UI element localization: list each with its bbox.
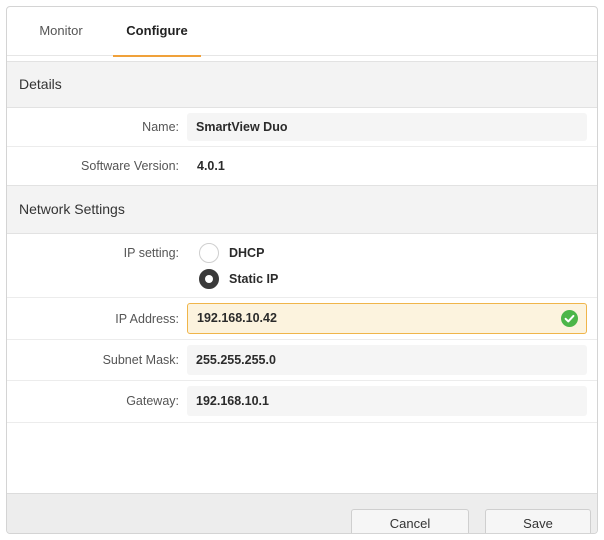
ip-address-input[interactable]: 192.168.10.42 <box>187 303 587 334</box>
subnet-mask-row: Subnet Mask: 255.255.255.0 <box>7 340 597 380</box>
name-row: Name: SmartView Duo <box>7 108 597 146</box>
software-version-value: 4.0.1 <box>197 159 225 173</box>
name-label: Name: <box>142 120 179 134</box>
static-ip-radio-label: Static IP <box>229 272 279 286</box>
settings-window: Monitor Configure Details Name: SmartVie… <box>6 6 598 534</box>
gateway-label: Gateway: <box>126 394 179 408</box>
ip-address-value: 192.168.10.42 <box>197 311 277 325</box>
save-button[interactable]: Save <box>485 509 591 533</box>
details-section-header: Details <box>7 61 597 108</box>
tab-monitor[interactable]: Monitor <box>25 7 97 56</box>
subnet-mask-label: Subnet Mask: <box>102 353 179 367</box>
row-divider <box>7 297 597 298</box>
ip-setting-row: IP setting: DHCP Static IP <box>7 235 597 297</box>
ip-address-label: IP Address: <box>115 312 179 326</box>
network-settings-section-header: Network Settings <box>7 185 597 234</box>
tab-bar: Monitor Configure <box>7 7 597 57</box>
gateway-input[interactable]: 192.168.10.1 <box>187 386 587 416</box>
name-field[interactable]: SmartView Duo <box>187 113 587 141</box>
software-version-label: Software Version: <box>81 159 179 173</box>
ip-setting-label: IP setting: <box>123 246 179 260</box>
dhcp-radio-label: DHCP <box>229 246 265 260</box>
subnet-mask-input[interactable]: 255.255.255.0 <box>187 345 587 375</box>
dhcp-radio-button[interactable] <box>199 243 219 263</box>
gateway-row: Gateway: 192.168.10.1 <box>7 381 597 422</box>
tab-configure[interactable]: Configure <box>113 7 201 57</box>
software-version-row: Software Version: 4.0.1 <box>7 147 597 185</box>
ip-address-row: IP Address: 192.168.10.42 <box>7 299 597 339</box>
row-divider <box>7 422 597 423</box>
check-circle-icon <box>561 310 578 327</box>
static-ip-radio-button[interactable] <box>199 269 219 289</box>
cancel-button[interactable]: Cancel <box>351 509 469 533</box>
